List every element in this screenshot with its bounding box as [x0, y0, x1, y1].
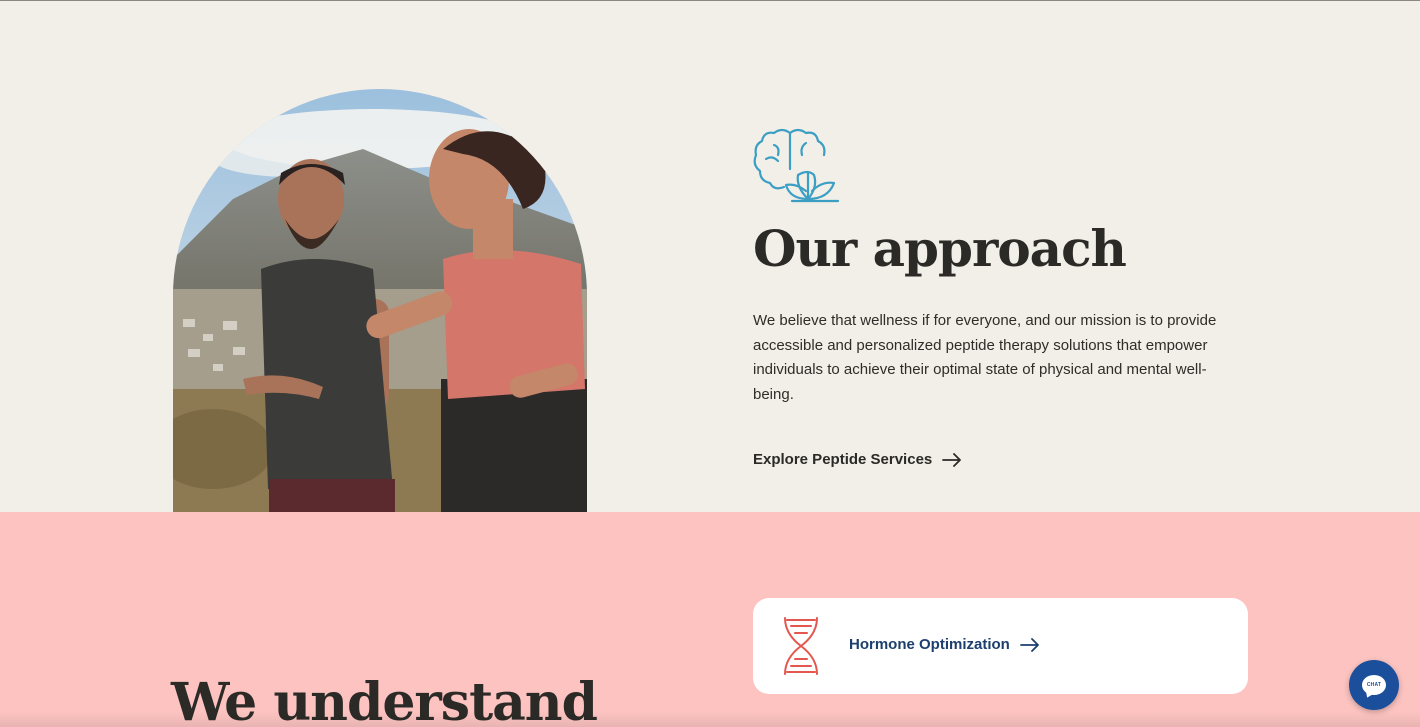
- arrow-right-icon: [1019, 637, 1039, 652]
- chat-button[interactable]: CHAT: [1349, 660, 1399, 710]
- service-card-hormone-optimization[interactable]: Hormone Optimization: [753, 598, 1248, 694]
- chat-label: CHAT: [1366, 682, 1382, 688]
- chat-bubble-icon: CHAT: [1362, 675, 1386, 695]
- explore-services-link[interactable]: Explore Peptide Services: [753, 451, 962, 468]
- bottom-shadow: [0, 712, 1420, 727]
- section-title: Our approach: [753, 219, 1127, 278]
- dna-icon: [781, 614, 821, 678]
- runners-photo-illustration: [173, 89, 587, 512]
- understand-section: We understand Hormone Optimization: [0, 512, 1420, 727]
- approach-section: Our approach We believe that wellness if…: [0, 1, 1420, 512]
- service-label: Hormone Optimization: [849, 636, 1010, 653]
- arrow-right-icon: [942, 452, 962, 467]
- brain-lotus-icon: [752, 125, 842, 205]
- hero-photo: [173, 89, 587, 512]
- service-link[interactable]: Hormone Optimization: [849, 636, 1040, 653]
- section-description: We believe that wellness if for everyone…: [753, 312, 1217, 403]
- explore-services-label: Explore Peptide Services: [753, 451, 933, 468]
